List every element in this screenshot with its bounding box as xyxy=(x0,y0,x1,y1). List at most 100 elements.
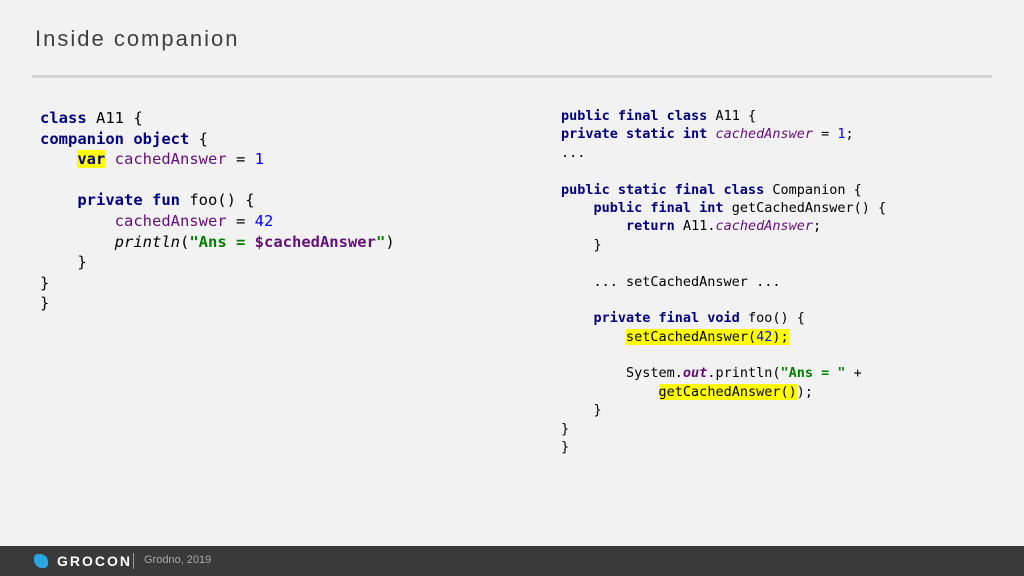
code-token: 1 xyxy=(837,126,846,143)
code-token: cachedAnswer xyxy=(715,218,813,235)
code-token: A11 { xyxy=(86,109,143,127)
code-token: A11 { xyxy=(707,108,757,124)
slide-title: Inside companion xyxy=(35,26,240,51)
code-token: Companion { xyxy=(764,181,862,198)
code-token: " xyxy=(375,232,386,251)
code-token: = xyxy=(226,211,255,230)
code-token: private static int xyxy=(561,126,708,143)
code-line: companion object { xyxy=(40,129,395,150)
code-token: } xyxy=(561,402,602,419)
code-line: public final class A11 { xyxy=(561,107,886,125)
code-line: } xyxy=(40,293,395,314)
code-line: ... setCachedAnswer ... xyxy=(561,273,886,291)
code-token: System. xyxy=(561,365,683,382)
code-line: } xyxy=(40,252,395,273)
code-line: return A11.cachedAnswer; xyxy=(561,217,886,235)
code-token: ); xyxy=(772,328,789,345)
code-line: } xyxy=(561,438,886,456)
code-line: var cachedAnswer = 1 xyxy=(40,149,395,170)
code-token: private fun xyxy=(77,191,180,210)
code-token: ) xyxy=(385,232,395,251)
code-token: $cachedAnswer xyxy=(254,232,376,251)
code-token: cachedAnswer xyxy=(715,126,813,143)
footer-divider xyxy=(133,553,134,569)
code-token: ( xyxy=(179,232,190,251)
code-token: + xyxy=(845,365,862,382)
code-token: public final int xyxy=(593,199,724,216)
code-line: } xyxy=(561,401,886,419)
code-line: ... xyxy=(561,144,886,162)
code-token: = xyxy=(226,150,255,169)
code-line: getCachedAnswer()); xyxy=(561,383,886,401)
code-token: 42 xyxy=(756,328,773,345)
code-token: cachedAnswer xyxy=(114,150,227,169)
code-token: 42 xyxy=(254,211,274,230)
code-token: A11. xyxy=(674,218,716,235)
code-token: public final class xyxy=(561,108,708,124)
code-token: class xyxy=(40,109,87,127)
code-token: ; xyxy=(845,126,854,143)
code-token: private final void xyxy=(593,310,740,327)
code-token: public static final class xyxy=(561,181,765,198)
footer-bar: GROCON Grodno, 2019 xyxy=(0,546,1024,576)
code-line: } xyxy=(561,236,886,254)
code-token: return xyxy=(626,218,675,235)
code-token: } xyxy=(561,420,570,437)
code-token: ... xyxy=(561,144,586,161)
code-token: foo() { xyxy=(179,191,255,210)
grocon-logo-icon xyxy=(34,554,48,568)
code-token: cachedAnswer xyxy=(114,211,227,230)
code-line: setCachedAnswer(42); xyxy=(561,328,886,346)
code-line: println("Ans = $cachedAnswer") xyxy=(40,232,395,253)
code-token: ; xyxy=(813,218,822,235)
code-token: } xyxy=(40,273,50,292)
code-line: private final void foo() { xyxy=(561,309,886,327)
code-token: .println( xyxy=(707,365,781,382)
footer-location-date: Grodno, 2019 xyxy=(144,554,212,566)
code-token: getCachedAnswer() xyxy=(658,383,797,400)
code-token: "Ans = xyxy=(189,232,255,251)
code-token: setCachedAnswer( xyxy=(626,328,757,345)
code-line: private fun foo() { xyxy=(40,190,395,211)
code-token: } xyxy=(40,253,87,272)
code-token: } xyxy=(561,236,602,253)
code-token: ); xyxy=(796,383,813,400)
code-token: out xyxy=(682,365,708,382)
code-line: private static int cachedAnswer = 1; xyxy=(561,125,886,143)
kotlin-code-block: class A11 {companion object { var cached… xyxy=(40,108,395,314)
code-token: getCachedAnswer() { xyxy=(723,199,887,216)
java-code-block: public final class A11 {private static i… xyxy=(561,107,886,456)
code-token: 1 xyxy=(254,150,264,169)
code-token: } xyxy=(40,294,50,313)
code-token: ... setCachedAnswer ... xyxy=(561,273,781,290)
code-line: System.out.println("Ans = " + xyxy=(561,364,886,382)
code-token: "Ans = " xyxy=(780,365,846,382)
code-line: class A11 { xyxy=(40,108,395,129)
code-line: cachedAnswer = 42 xyxy=(40,211,395,232)
code-line: } xyxy=(561,420,886,438)
title-divider xyxy=(32,75,992,78)
code-token: println xyxy=(114,232,180,251)
code-line: public static final class Companion { xyxy=(561,181,886,199)
footer-brand: GROCON xyxy=(57,553,132,569)
code-token: = xyxy=(813,126,838,143)
code-token: companion object xyxy=(40,129,190,148)
code-token: { xyxy=(189,129,208,148)
code-line: } xyxy=(40,273,395,294)
code-token: } xyxy=(561,439,570,456)
code-token: var xyxy=(77,150,106,169)
